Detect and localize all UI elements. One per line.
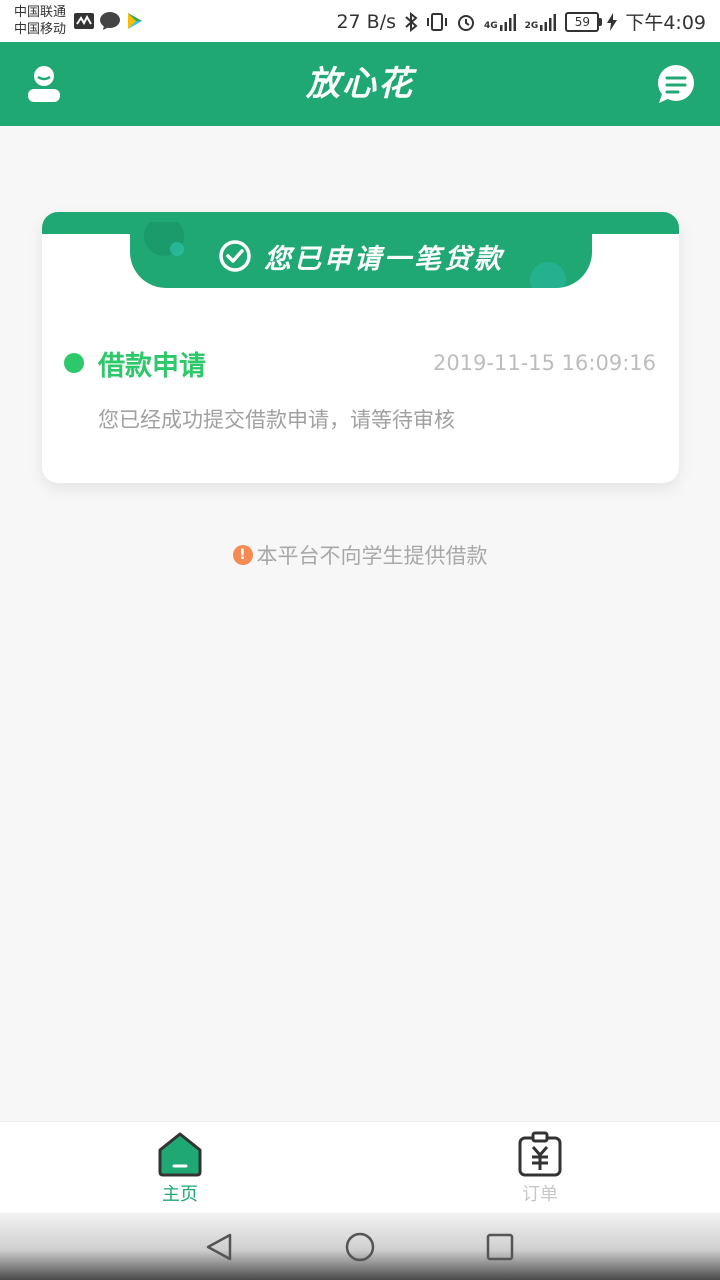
system-back-button[interactable] — [204, 1231, 236, 1263]
app-title: 放心花 — [306, 64, 414, 104]
play-store-icon — [128, 13, 142, 29]
recent-apps-icon — [486, 1233, 514, 1261]
activity-icon — [74, 13, 94, 29]
ribbon-text: 您已申请一笔贷款 — [264, 243, 504, 275]
status-bar: 中国联通 中国移动 27 B/s 4G 2G 59 下午4:09 — [0, 0, 720, 42]
clock: 下午4:09 — [625, 12, 706, 34]
bluetooth-icon — [405, 11, 418, 32]
carrier-1: 中国联通 — [14, 5, 67, 20]
home-icon — [158, 1132, 202, 1177]
signal-4g: 4G — [484, 13, 517, 31]
chat-bubble-icon — [100, 12, 120, 30]
system-home-button[interactable] — [344, 1231, 376, 1263]
step-title: 借款申请 — [98, 350, 206, 382]
signal-bars-icon — [540, 13, 557, 31]
battery-icon: 59 — [565, 11, 603, 32]
status-right: 27 B/s 4G 2G 59 下午4:09 — [336, 8, 706, 35]
tab-orders-label: 订单 — [522, 1184, 558, 1205]
step-indicator-dot — [64, 353, 84, 373]
loan-status-card: 您已申请一笔贷款 借款申请 2019-11-15 16:09:16 您已经成功提… — [42, 212, 679, 483]
warning-icon: ! — [232, 545, 253, 565]
tab-orders[interactable]: 订单 — [480, 1130, 600, 1210]
message-icon — [658, 65, 694, 103]
tab-home[interactable]: 主页 — [120, 1130, 240, 1210]
check-circle-icon — [219, 240, 251, 272]
ribbon-content: 您已申请一笔贷款 — [130, 234, 592, 278]
student-notice: ! 本平台不向学生提供借款 — [0, 540, 720, 570]
step-description: 您已经成功提交借款申请，请等待审核 — [98, 408, 455, 432]
system-recent-button[interactable] — [484, 1231, 516, 1263]
net-speed: 27 B/s — [336, 10, 397, 33]
notice-text: 本平台不向学生提供借款 — [256, 544, 488, 568]
back-icon — [206, 1233, 232, 1261]
order-icon — [518, 1131, 562, 1177]
app-header: 放心花 — [0, 42, 720, 126]
signal-2g: 2G — [525, 13, 558, 31]
tab-home-label: 主页 — [162, 1184, 198, 1205]
system-nav-bar — [0, 1213, 720, 1280]
alarm-icon — [458, 14, 475, 31]
message-button[interactable] — [656, 64, 696, 104]
vibrate-icon — [427, 12, 448, 31]
home-circle-icon — [345, 1232, 375, 1262]
step-row: 借款申请 2019-11-15 16:09:16 — [64, 346, 656, 382]
bottom-nav: 主页 订单 — [0, 1121, 720, 1214]
carrier-2: 中国移动 — [14, 22, 67, 37]
signal-bars-icon — [499, 13, 516, 31]
notification-icons — [74, 12, 144, 30]
status-ribbon: 您已申请一笔贷款 — [130, 222, 592, 288]
carrier-labels: 中国联通 中国移动 — [14, 4, 66, 38]
step-time: 2019-11-15 16:09:16 — [432, 351, 656, 375]
charging-icon — [607, 12, 618, 31]
